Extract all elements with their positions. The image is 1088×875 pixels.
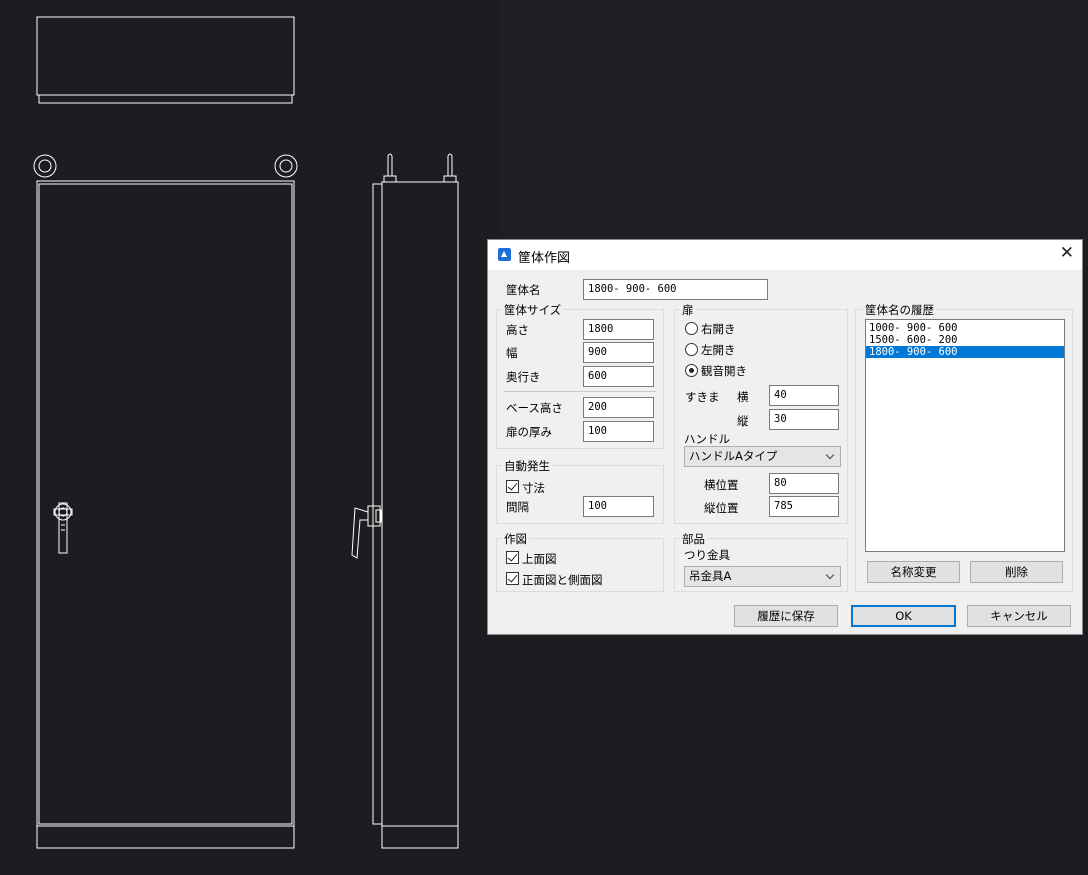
close-icon[interactable]: ✕ [1060, 243, 1074, 263]
gap-label: すきま [685, 390, 720, 404]
top-view-checkbox[interactable] [506, 551, 519, 564]
history-item[interactable]: 1000- 900- 600 [866, 322, 1064, 334]
interval-label: 間隔 [506, 500, 529, 514]
hanger-label: つり金具 [684, 548, 730, 562]
door-left-radio[interactable] [685, 343, 698, 356]
history-item[interactable]: 1500- 600- 200 [866, 334, 1064, 346]
interval-input[interactable]: 100 [583, 496, 654, 517]
history-item-selected[interactable]: 1800- 900- 600 [866, 346, 1064, 358]
depth-label: 奥行き [506, 370, 541, 384]
front-side-view-label: 正面図と側面図 [522, 573, 603, 587]
top-view-label: 上面図 [522, 552, 557, 566]
handle-vpos-label: 縦位置 [704, 501, 739, 515]
rename-button[interactable]: 名称変更 [867, 561, 960, 583]
base-height-label: ベース高さ [506, 401, 563, 415]
dimension-label: 寸法 [522, 481, 545, 495]
width-label: 幅 [506, 346, 518, 360]
door-left-label: 左開き [701, 343, 736, 357]
width-input[interactable]: 900 [583, 342, 654, 363]
cad-viewport-region [500, 0, 1088, 240]
parts-group-legend: 部品 [680, 531, 707, 547]
delete-button[interactable]: 削除 [970, 561, 1063, 583]
size-separator [504, 391, 656, 392]
door-double-label: 観音開き [701, 364, 747, 378]
height-label: 高さ [506, 323, 529, 337]
chevron-down-icon [825, 570, 835, 580]
gap-vertical-input[interactable]: 30 [769, 409, 839, 430]
handle-hpos-label: 横位置 [704, 478, 739, 492]
side-view-drawing [351, 153, 459, 849]
enclosure-name-label: 筐体名 [506, 283, 541, 297]
dialog-titlebar[interactable]: 筐体作図 ✕ [488, 240, 1082, 270]
save-history-button[interactable]: 履歴に保存 [734, 605, 838, 627]
height-input[interactable]: 1800 [583, 319, 654, 340]
handle-type-value: ハンドルAタイプ [689, 449, 778, 463]
depth-input[interactable]: 600 [583, 366, 654, 387]
top-view-drawing [36, 16, 295, 104]
front-view-drawing [33, 154, 298, 849]
chevron-down-icon [825, 450, 835, 460]
side-handle-drawing [351, 505, 382, 559]
handle-type-select[interactable]: ハンドルAタイプ [684, 446, 841, 467]
door-right-radio[interactable] [685, 322, 698, 335]
draw-group-legend: 作図 [502, 531, 529, 547]
door-thickness-input[interactable]: 100 [583, 421, 654, 442]
door-double-radio[interactable] [685, 364, 698, 377]
handle-hpos-input[interactable]: 80 [769, 473, 839, 494]
door-right-label: 右開き [701, 322, 736, 336]
gap-horizontal-label: 横 [737, 390, 749, 404]
gap-vertical-label: 縦 [737, 414, 749, 428]
auto-generate-legend: 自動発生 [502, 458, 552, 474]
front-side-view-checkbox[interactable] [506, 572, 519, 585]
handle-vpos-input[interactable]: 785 [769, 496, 839, 517]
gap-horizontal-input[interactable]: 40 [769, 385, 839, 406]
size-group-legend: 筐体サイズ [502, 302, 564, 318]
dialog-title: 筐体作図 [518, 251, 571, 266]
history-listbox[interactable]: 1000- 900- 600 1500- 600- 200 1800- 900-… [865, 319, 1065, 552]
hanger-value: 吊金具A [689, 569, 732, 583]
door-thickness-label: 扉の厚み [506, 425, 552, 439]
enclosure-name-input[interactable]: 1800- 900- 600 [583, 279, 768, 300]
door-handle-drawing [53, 502, 73, 554]
handle-label: ハンドル [684, 432, 730, 446]
app-icon [498, 248, 511, 261]
dimension-checkbox[interactable] [506, 480, 519, 493]
history-group-legend: 筐体名の履歴 [863, 302, 936, 318]
ok-button[interactable]: OK [851, 605, 956, 627]
hanger-select[interactable]: 吊金具A [684, 566, 841, 587]
cancel-button[interactable]: キャンセル [967, 605, 1071, 627]
enclosure-drawing-dialog: 筐体作図 ✕ 筐体名 1800- 900- 600 筐体サイズ 高さ 1800 … [487, 239, 1083, 635]
door-group-legend: 扉 [680, 302, 696, 318]
base-height-input[interactable]: 200 [583, 397, 654, 418]
